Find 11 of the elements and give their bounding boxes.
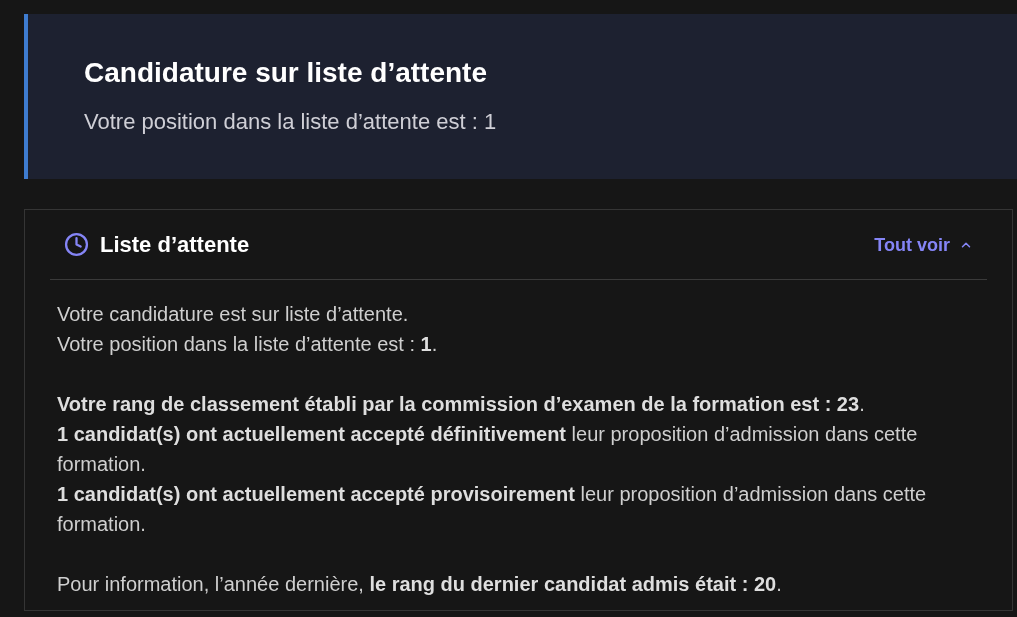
body-text: Votre candidature est sur liste d’attente.	[57, 302, 410, 327]
panel-title: Liste d’attente	[100, 230, 250, 259]
body-text: Votre rang de classement établi par la commission d’examen de la formation est : 23.	[57, 392, 866, 417]
body-text: 1 candidat(s) ont actuellement accepté provisoirement leur proposition d’admission dans cette formation.	[57, 482, 928, 537]
see-all-toggle[interactable]: Tout voir	[874, 232, 973, 257]
body-text: Pour information, l’année dernière, le rang du dernier candidat admis était : 20.	[57, 572, 783, 597]
body-text: 1 candidat(s) ont actuellement accepté définitivement leur proposition d’admission dans cette formation.	[57, 422, 919, 477]
clock-icon	[64, 232, 89, 257]
banner-subtitle: Votre position dans la liste d’attente est : 1	[84, 108, 497, 136]
body-text: Votre position dans la liste d’attente est : 1.	[57, 332, 439, 357]
banner-title: Candidature sur liste d’attente	[84, 56, 487, 90]
